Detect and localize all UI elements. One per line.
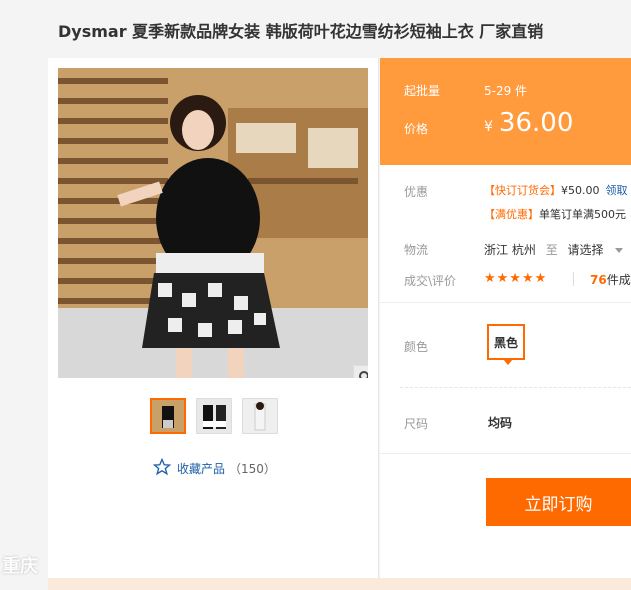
- gallery-panel: 收藏产品 （150）: [48, 58, 379, 590]
- price: ¥ 36.00: [484, 108, 573, 138]
- color-label: 颜色: [404, 340, 429, 354]
- trade-review-label: 成交\评价: [404, 274, 457, 288]
- favorite-label[interactable]: 收藏产品: [177, 460, 225, 477]
- rating-stars-icon: ★★★★★: [484, 271, 548, 286]
- price-label: 价格: [404, 122, 429, 136]
- trade-count-number: 76: [590, 273, 607, 287]
- thumbnail-2[interactable]: [196, 398, 232, 434]
- color-option-label: 黑色: [493, 335, 518, 350]
- shipping-province: 浙江: [484, 243, 509, 257]
- shipping-city: 杭州: [511, 243, 536, 257]
- trade-count[interactable]: 76件成: [590, 271, 631, 288]
- destination-select[interactable]: 请选择: [568, 243, 604, 257]
- footer-strip: [48, 578, 631, 590]
- thumbnail-strip: [150, 398, 278, 434]
- price-value: 36.00: [498, 108, 574, 138]
- shipping-to: 至: [545, 243, 558, 257]
- star-outline-icon: [152, 457, 172, 479]
- size-option[interactable]: 均码: [488, 414, 512, 431]
- price-box: 起批量 5-29 件 价格 ¥ 36.00: [380, 58, 631, 165]
- color-option-black[interactable]: 黑色: [487, 324, 525, 365]
- promotion-tag: 【满优惠】: [484, 208, 539, 221]
- divider: [400, 387, 631, 388]
- promotion-item: 【快订订货会】¥50.00 领取: [484, 182, 628, 198]
- product-main-image[interactable]: [58, 68, 368, 378]
- selected-arrow-icon: [503, 359, 513, 365]
- moq-label: 起批量: [404, 84, 441, 98]
- size-label: 尺码: [404, 417, 429, 431]
- promotion-label: 优惠: [404, 185, 429, 199]
- currency-symbol: ¥: [484, 119, 493, 135]
- moq-value: 5-29 件: [484, 84, 528, 98]
- zoom-icon[interactable]: [353, 365, 368, 378]
- product-title: Dysmar 夏季新款品牌女装 韩版荷叶花边雪纺衫短袖上衣 厂家直销: [58, 22, 544, 41]
- buy-now-button[interactable]: 立即订购: [486, 478, 631, 526]
- dropdown-arrow-icon[interactable]: [615, 248, 624, 253]
- shipping-route: 浙江 杭州 至 请选择: [484, 241, 624, 258]
- thumbnail-3[interactable]: [242, 398, 278, 434]
- promotion-text: ¥50.00: [561, 184, 600, 197]
- promotion-item: 【满优惠】单笔订单满500元: [484, 206, 626, 222]
- purchase-panel: 起批量 5-29 件 价格 ¥ 36.00 优惠 【快订订货会】¥50.00 领取…: [380, 58, 631, 590]
- claim-coupon-link[interactable]: 领取: [606, 184, 628, 197]
- promotion-text: 单笔订单满500元: [539, 208, 626, 221]
- shipping-label: 物流: [404, 243, 429, 257]
- divider: [380, 453, 631, 454]
- thumbnail-1[interactable]: [150, 398, 186, 434]
- favorite-product[interactable]: 收藏产品 （150）: [152, 457, 276, 479]
- favorite-count: （150）: [229, 462, 276, 476]
- promotion-tag: 【快订订货会】: [484, 184, 561, 197]
- divider: [573, 272, 574, 286]
- trade-count-unit: 件成: [606, 273, 631, 287]
- watermark: 重庆: [2, 556, 38, 577]
- divider: [380, 302, 631, 303]
